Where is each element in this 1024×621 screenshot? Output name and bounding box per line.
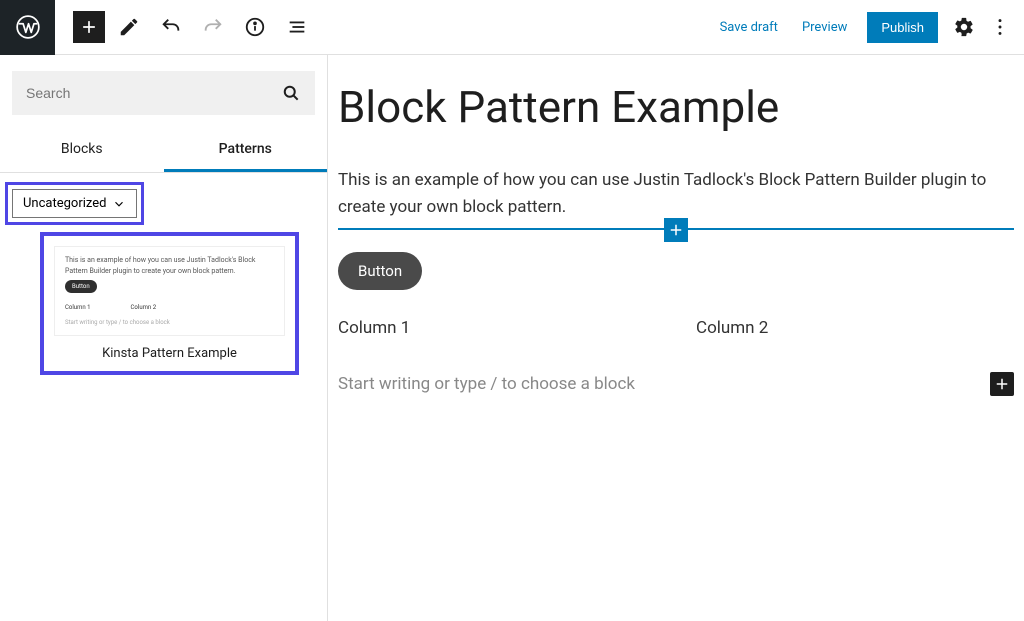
search-icon <box>281 83 301 103</box>
search-box[interactable] <box>12 71 315 115</box>
columns-block[interactable]: Column 1 Column 2 <box>338 318 1014 338</box>
pattern-item[interactable]: This is an example of how you can use Ju… <box>46 238 293 369</box>
appender-placeholder: Start writing or type / to choose a bloc… <box>338 374 635 394</box>
undo-button[interactable] <box>153 9 189 45</box>
selected-block: Button <box>338 228 1014 318</box>
category-selected-label: Uncategorized <box>23 196 106 211</box>
info-button[interactable] <box>237 9 273 45</box>
pattern-preview: This is an example of how you can use Ju… <box>54 246 285 336</box>
preview-link[interactable]: Preview <box>790 12 859 43</box>
search-input[interactable] <box>26 85 281 101</box>
tab-patterns[interactable]: Patterns <box>164 127 328 172</box>
options-icon[interactable] <box>982 9 1018 45</box>
save-draft-link[interactable]: Save draft <box>708 12 790 43</box>
toggle-inserter-button[interactable] <box>73 11 105 43</box>
settings-icon[interactable] <box>946 9 982 45</box>
wordpress-logo[interactable] <box>0 0 55 55</box>
post-title[interactable]: Block Pattern Example <box>338 83 1014 131</box>
block-inserter-panel: Blocks Patterns Uncategorized This is an… <box>0 55 328 621</box>
button-block[interactable]: Button <box>338 252 422 290</box>
editor-toolbar: Save draft Preview Publish <box>0 0 1024 55</box>
tab-blocks[interactable]: Blocks <box>0 127 164 172</box>
chevron-down-icon <box>112 197 126 211</box>
edit-tool-icon[interactable] <box>111 9 147 45</box>
pattern-title: Kinsta Pattern Example <box>54 336 285 365</box>
inline-add-block-button[interactable] <box>664 218 688 242</box>
column-2[interactable]: Column 2 <box>696 318 1014 338</box>
inserter-tabs: Blocks Patterns <box>0 127 327 173</box>
publish-button[interactable]: Publish <box>867 12 938 43</box>
append-block-button[interactable] <box>990 372 1014 396</box>
pattern-category-select[interactable]: Uncategorized <box>12 189 137 218</box>
outline-button[interactable] <box>279 9 315 45</box>
paragraph-block[interactable]: This is an example of how you can use Ju… <box>338 167 1014 220</box>
editor-canvas[interactable]: Block Pattern Example This is an example… <box>328 55 1024 621</box>
column-1[interactable]: Column 1 <box>338 318 656 338</box>
block-insertion-point <box>338 228 1014 230</box>
redo-button <box>195 9 231 45</box>
default-block-appender[interactable]: Start writing or type / to choose a bloc… <box>338 372 1014 396</box>
